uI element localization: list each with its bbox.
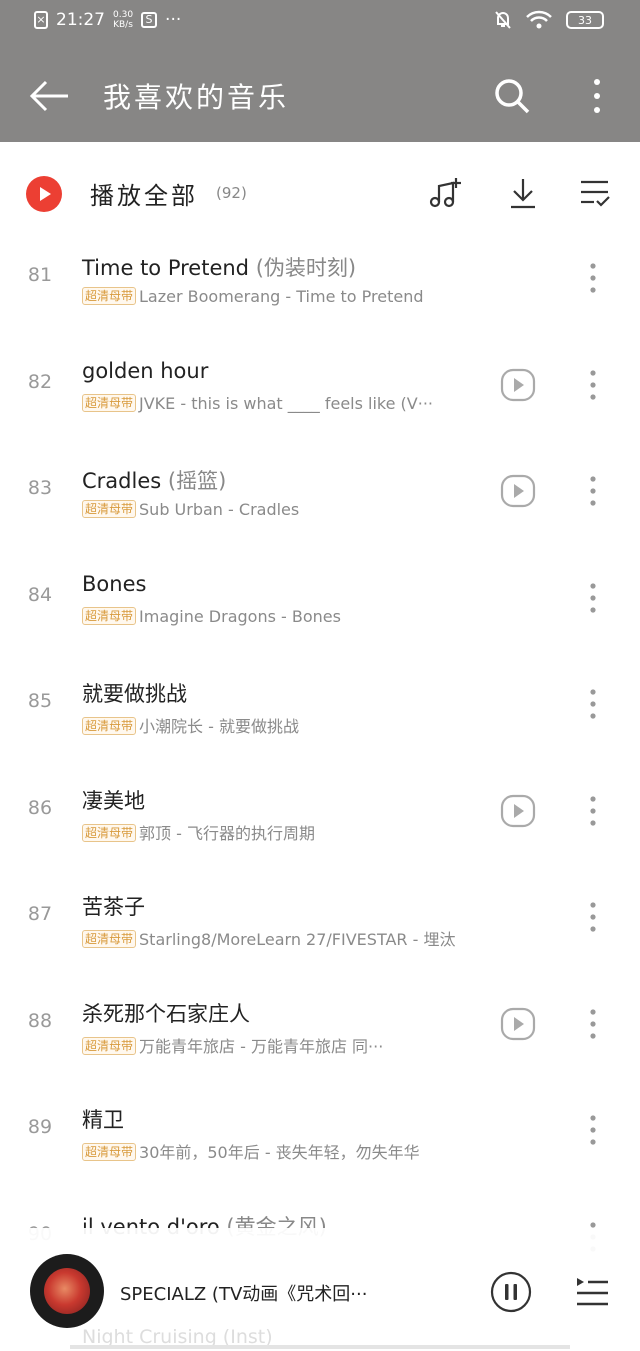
play-all-label[interactable]: 播放全部 — [90, 176, 198, 211]
quality-badge: 超清母带 — [82, 500, 137, 518]
song-subtitle: 超清母带 30年前，50年后 - 丧失年轻，勿失年华 — [82, 1139, 420, 1163]
song-title: Cradles (摇篮) — [82, 469, 227, 493]
album-art — [44, 1268, 90, 1314]
video-play-icon[interactable] — [500, 367, 536, 403]
notification-icon: × — [34, 11, 48, 29]
song-row[interactable]: 85 就要做挑战 超清母带 小潮院长 - 就要做挑战 — [0, 656, 640, 762]
download-icon[interactable] — [504, 174, 542, 212]
song-subtitle: 超清母带 Starling8/MoreLearn 27/FIVESTAR - 埋汰 — [82, 926, 455, 950]
song-more-icon[interactable] — [580, 899, 606, 935]
song-title: 杀死那个石家庄人 — [82, 1002, 250, 1026]
status-bar: × 21:27 0.30 KB/s S ··· 33 — [0, 0, 640, 48]
silent-icon — [495, 11, 511, 29]
song-row[interactable]: 82 golden hour 超清母带 JVKE - this is what _… — [0, 337, 640, 443]
quality-badge: 超清母带 — [82, 1143, 137, 1161]
song-row[interactable]: 81 Time to Pretend (伪装时刻) 超清母带 Lazer Boom… — [0, 230, 640, 336]
song-number: 87 — [27, 903, 53, 925]
play-all-icon[interactable] — [26, 176, 62, 212]
quality-badge: 超清母带 — [82, 1037, 137, 1055]
multi-select-icon[interactable] — [576, 174, 614, 212]
song-number: 88 — [27, 1010, 53, 1032]
play-all-row[interactable]: 播放全部 (92) — [0, 160, 640, 230]
quality-badge: 超清母带 — [82, 717, 137, 735]
song-subtitle: 超清母带 万能青年旅店 - 万能青年旅店 同··· — [82, 1033, 383, 1057]
network-speed: 0.30 KB/s — [113, 10, 134, 30]
song-number: 82 — [27, 371, 53, 393]
page-title: 我喜欢的音乐 — [103, 81, 290, 114]
song-number: 81 — [27, 264, 53, 286]
song-row[interactable]: 84 Bones 超清母带 Imagine Dragons - Bones — [0, 550, 640, 656]
album-cover[interactable] — [30, 1254, 104, 1328]
song-more-icon[interactable] — [580, 793, 606, 829]
song-subtitle: 超清母带 Lazer Boomerang - Time to Pretend — [82, 287, 424, 306]
add-music-icon[interactable] — [426, 174, 464, 212]
song-subtitle: 超清母带 Imagine Dragons - Bones — [82, 607, 341, 626]
more-notifications: ··· — [165, 10, 182, 30]
song-count: (92) — [216, 184, 247, 202]
song-title: Time to Pretend (伪装时刻) — [82, 256, 357, 280]
song-subtitle: 超清母带 郭顶 - 飞行器的执行周期 — [82, 820, 315, 844]
song-more-icon[interactable] — [580, 367, 606, 403]
song-more-icon[interactable] — [580, 686, 606, 722]
song-title: 苦茶子 — [82, 895, 145, 919]
song-list-panel: 播放全部 (92) 81 Time to Pretend (伪装时刻) 超清母带… — [0, 142, 640, 1351]
song-subtitle: 超清母带 JVKE - this is what ____ feels like … — [82, 394, 433, 413]
nav-bar: 我喜欢的音乐 — [0, 60, 640, 132]
song-title: Bones — [82, 572, 147, 596]
mini-player[interactable]: Night Cruising (Inst) SPECIALZ (TV动画《咒术回… — [0, 1228, 640, 1351]
song-row[interactable]: 89 精卫 超清母带 30年前，50年后 - 丧失年轻，勿失年华 — [0, 1082, 640, 1188]
song-number: 86 — [27, 797, 53, 819]
song-more-icon[interactable] — [580, 473, 606, 509]
status-time: 21:27 — [56, 10, 105, 30]
quality-badge: 超清母带 — [82, 607, 137, 625]
song-subtitle: 超清母带 Sub Urban - Cradles — [82, 500, 299, 519]
song-subtitle: 超清母带 小潮院长 - 就要做挑战 — [82, 713, 299, 737]
song-title: 就要做挑战 — [82, 682, 187, 706]
song-number: 89 — [27, 1116, 53, 1138]
song-row[interactable]: 86 凄美地 超清母带 郭顶 - 飞行器的执行周期 — [0, 763, 640, 869]
back-icon[interactable] — [28, 76, 72, 116]
search-icon[interactable] — [492, 76, 532, 116]
song-row[interactable]: 88 杀死那个石家庄人 超清母带 万能青年旅店 - 万能青年旅店 同··· — [0, 976, 640, 1082]
quality-badge: 超清母带 — [82, 930, 137, 948]
more-options-icon[interactable] — [585, 74, 609, 118]
song-more-icon[interactable] — [580, 1006, 606, 1042]
song-number: 83 — [27, 477, 53, 499]
app-icon: S — [141, 12, 158, 28]
song-more-icon[interactable] — [580, 580, 606, 616]
song-number: 85 — [27, 690, 53, 712]
song-title: 凄美地 — [82, 789, 145, 813]
video-play-icon[interactable] — [500, 1006, 536, 1042]
song-title: golden hour — [82, 359, 209, 383]
song-row[interactable]: 83 Cradles (摇篮) 超清母带 Sub Urban - Cradles — [0, 443, 640, 549]
song-row[interactable]: 87 苦茶子 超清母带 Starling8/MoreLearn 27/FIVEST… — [0, 869, 640, 975]
wifi-icon — [526, 10, 552, 29]
quality-badge: 超清母带 — [82, 287, 137, 305]
song-title: 精卫 — [82, 1108, 124, 1132]
quality-badge: 超清母带 — [82, 394, 137, 412]
pause-icon[interactable] — [490, 1271, 532, 1313]
video-play-icon[interactable] — [500, 473, 536, 509]
song-more-icon[interactable] — [580, 260, 606, 296]
song-number: 84 — [27, 584, 53, 606]
video-play-icon[interactable] — [500, 793, 536, 829]
progress-track[interactable] — [70, 1345, 570, 1349]
playlist-queue-icon[interactable] — [574, 1272, 610, 1312]
quality-badge: 超清母带 — [82, 824, 137, 842]
top-bar: × 21:27 0.30 KB/s S ··· 33 我喜欢的音乐 — [0, 0, 640, 142]
song-more-icon[interactable] — [580, 1112, 606, 1148]
battery-icon: 33 — [566, 11, 604, 29]
now-playing-title[interactable]: SPECIALZ (TV动画《咒术回··· — [120, 1280, 367, 1306]
